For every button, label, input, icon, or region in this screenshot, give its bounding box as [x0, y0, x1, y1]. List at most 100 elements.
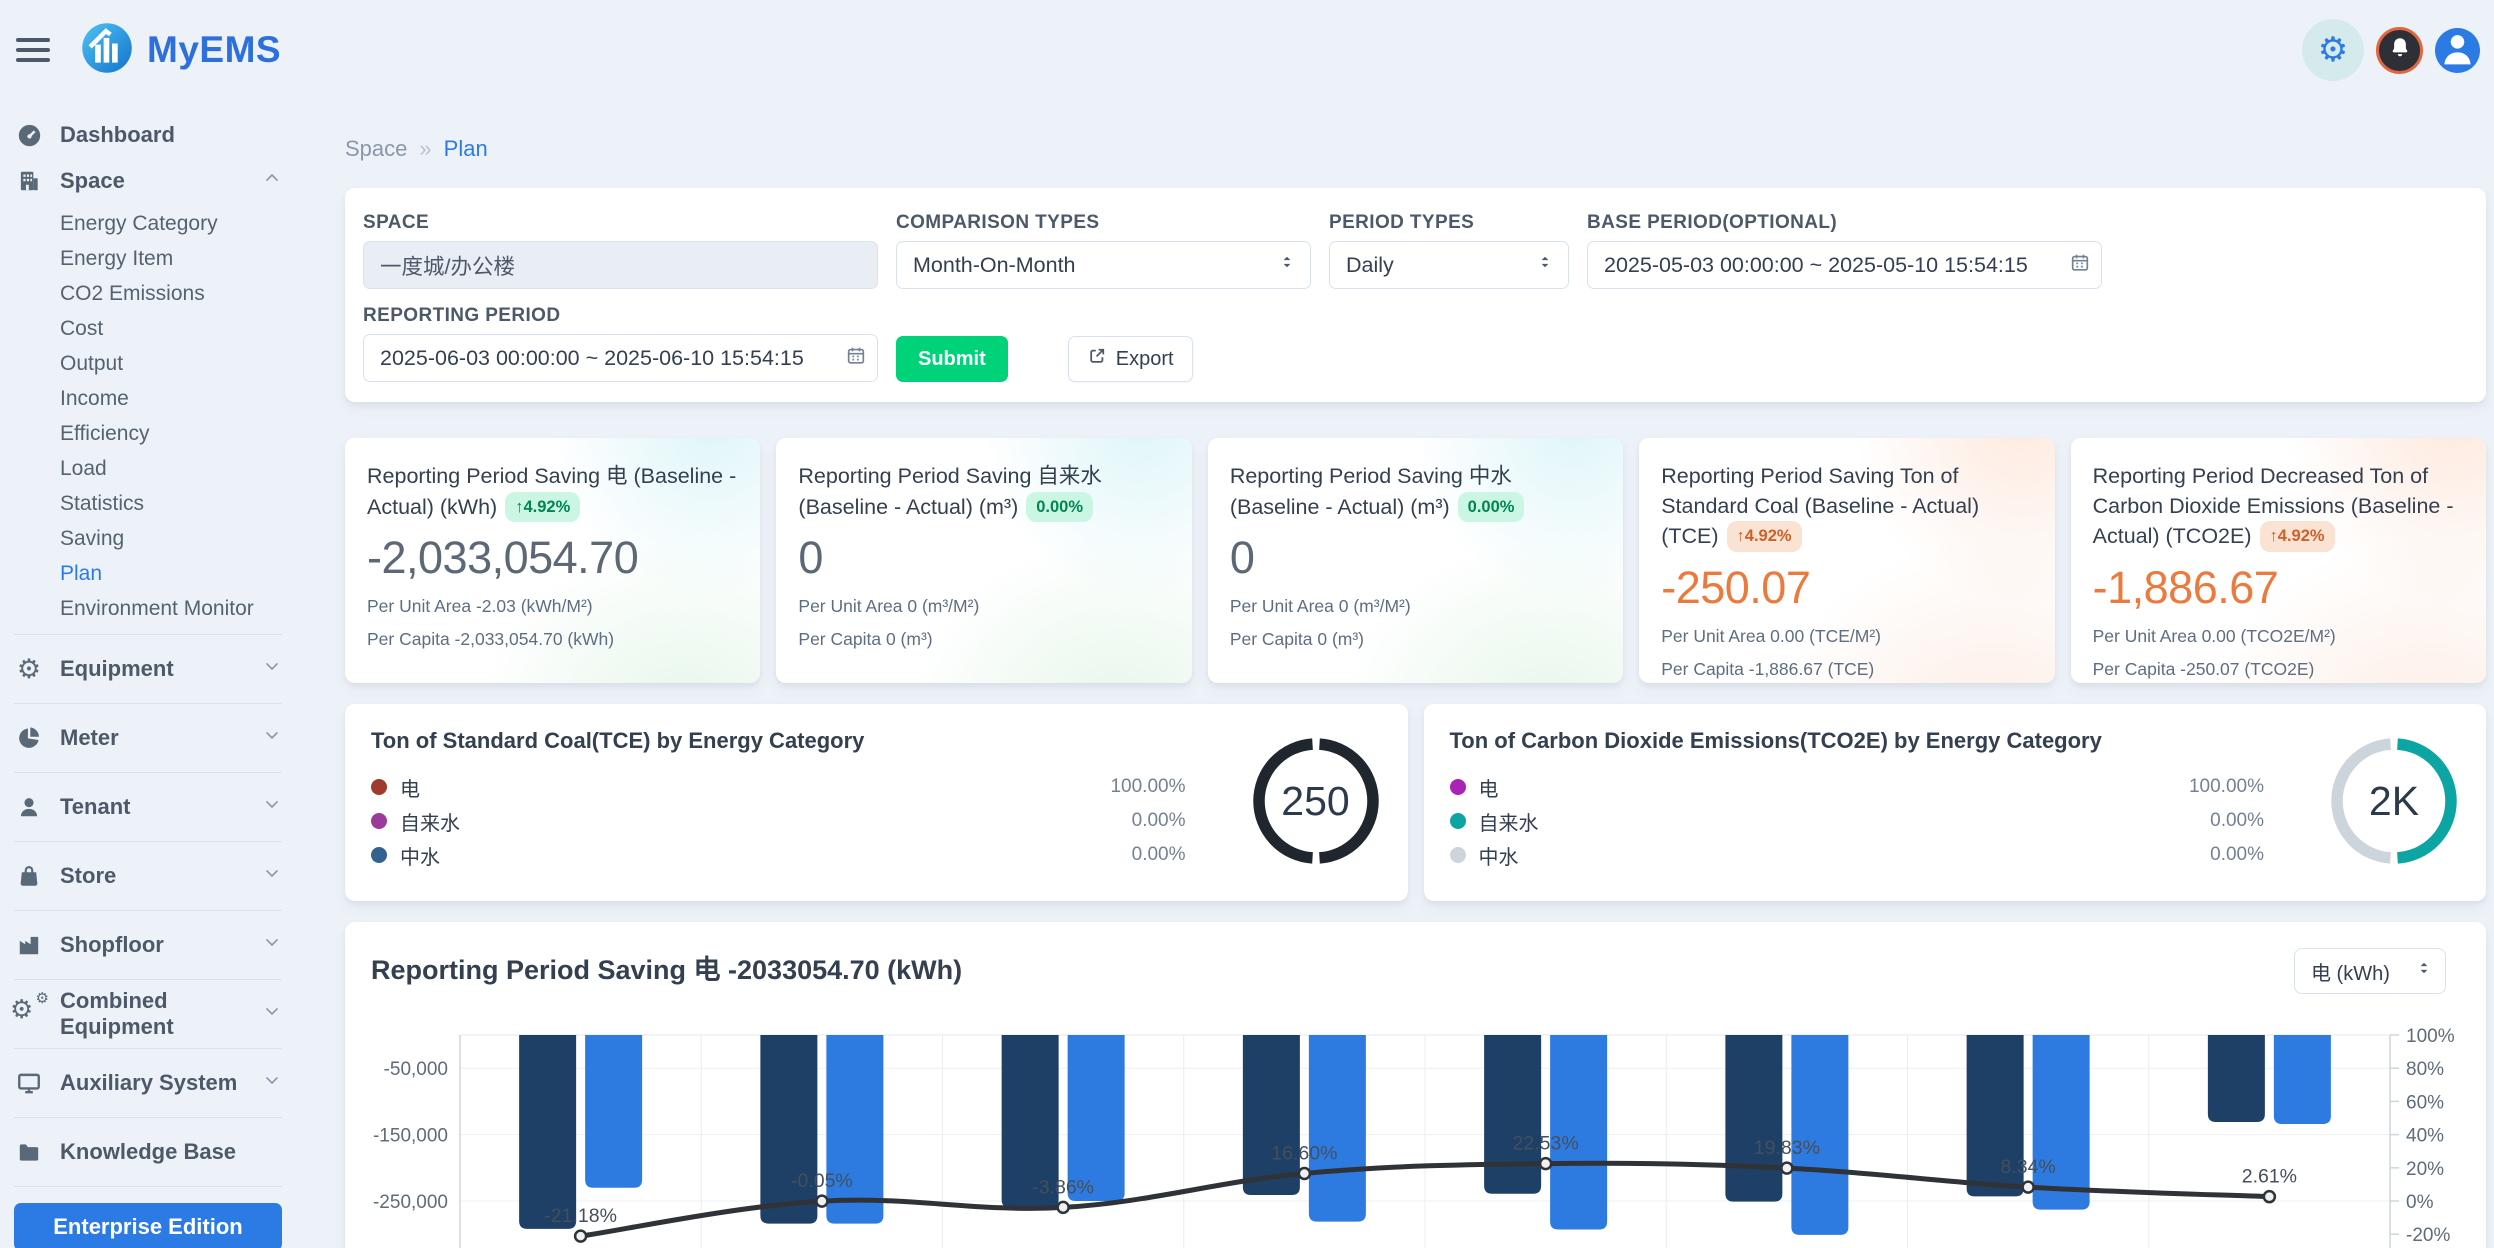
person-icon	[14, 794, 44, 820]
main-content: Space » Plan SPACE COMPARISON TYPES Mont…	[340, 100, 2486, 1248]
breadcrumb-space-link[interactable]: Space	[345, 136, 407, 162]
notifications-button[interactable]	[2376, 27, 2423, 74]
breadcrumb-plan-link[interactable]: Plan	[444, 136, 488, 162]
base-period-label: BASE PERIOD(OPTIONAL)	[1587, 212, 2102, 234]
space-field: SPACE	[363, 212, 878, 289]
tce-by-category-card: Ton of Standard Coal(TCE) by Energy Cate…	[345, 704, 1408, 901]
sidebar-item-knowledge-base[interactable]: Knowledge Base	[14, 1118, 282, 1186]
donut-card-title: Ton of Carbon Dioxide Emissions(TCO2E) b…	[1450, 728, 2461, 754]
svg-text:19.83%: 19.83%	[1754, 1137, 1820, 1159]
sidebar-item-space[interactable]: Space	[14, 158, 282, 204]
filter-panel: SPACE COMPARISON TYPES Month-On-Month PE…	[345, 188, 2486, 402]
reporting-period-field: REPORTING PERIOD	[363, 305, 878, 382]
sidebar-item-label: Space	[60, 168, 125, 194]
unfold-caret-icon	[1276, 251, 1298, 279]
period-types-select[interactable]: Daily	[1329, 241, 1569, 289]
sidebar-item-label: Tenant	[60, 794, 130, 820]
sidebar-item-environment-monitor[interactable]: Environment Monitor	[60, 591, 340, 626]
sidebar-item-statistics[interactable]: Statistics	[60, 486, 340, 521]
svg-text:40%: 40%	[2406, 1126, 2444, 1147]
sidebar-item-auxiliary-system[interactable]: Auxiliary System	[14, 1049, 282, 1117]
svg-text:-3.86%: -3.86%	[1032, 1176, 1094, 1198]
sidebar-item-label: Dashboard	[60, 122, 175, 148]
saving-chart-card: Reporting Period Saving 电 -2033054.70 (k…	[345, 922, 2486, 1248]
trend-badge: ↑4.92%	[2260, 521, 2335, 552]
metric-title: Reporting Period Saving 自来水 (Baseline - …	[798, 462, 1169, 522]
user-avatar[interactable]	[2435, 28, 2480, 73]
period-types-field: PERIOD TYPES Daily	[1329, 212, 1569, 289]
per-unit-area: Per Unit Area -2.03 (kWh/M²)	[367, 596, 738, 617]
legend-item[interactable]: 电	[371, 770, 1066, 804]
sidebar-item-dashboard[interactable]: Dashboard	[14, 112, 282, 158]
sidebar-item-store[interactable]: Store	[14, 842, 282, 910]
sidebar-item-energy-item[interactable]: Energy Item	[60, 241, 340, 276]
sidebar-item-income[interactable]: Income	[60, 381, 340, 416]
user-avatar-icon	[2435, 28, 2480, 73]
sidebar-item-plan[interactable]: Plan	[60, 556, 340, 591]
svg-text:-0.05%: -0.05%	[791, 1170, 853, 1192]
calendar-icon[interactable]	[845, 345, 867, 372]
legend-dot	[1450, 779, 1466, 795]
metric-value: 0	[1230, 532, 1601, 584]
base-period-input[interactable]	[1587, 241, 2102, 289]
svg-text:80%: 80%	[2406, 1059, 2444, 1080]
legend-item[interactable]: 电	[1450, 770, 2145, 804]
sidebar-item-combined-equipment[interactable]: ⚙⚙ Combined Equipment	[14, 980, 282, 1048]
space-label: SPACE	[363, 212, 878, 234]
calendar-icon[interactable]	[2069, 252, 2091, 279]
export-button[interactable]: Export	[1068, 336, 1193, 382]
svg-text:-150,000: -150,000	[373, 1126, 448, 1147]
sidebar-item-meter[interactable]: Meter	[14, 704, 282, 772]
sidebar-item-label: Combined Equipment	[60, 988, 282, 1040]
legend-percentages: 100.00% 0.00% 0.00%	[1066, 770, 1186, 872]
reporting-period-label: REPORTING PERIOD	[363, 305, 878, 327]
sidebar-item-efficiency[interactable]: Efficiency	[60, 416, 340, 451]
legend: 电 自来水 中水	[371, 770, 1066, 872]
metric-card-electricity-saving: Reporting Period Saving 电 (Baseline - Ac…	[345, 438, 760, 683]
sidebar-item-load[interactable]: Load	[60, 451, 340, 486]
per-capita: Per Capita 0 (m³)	[1230, 629, 1601, 650]
tco2e-donut-chart: 2K	[2324, 731, 2464, 871]
tce-donut-chart: 250	[1246, 731, 1386, 871]
chevron-down-icon	[262, 1001, 282, 1027]
chart-unit-select[interactable]: 电 (kWh)	[2294, 948, 2446, 994]
per-unit-area: Per Unit Area 0.00 (TCE/M²)	[1661, 626, 2032, 647]
donut-cards-row: Ton of Standard Coal(TCE) by Energy Cate…	[345, 704, 2486, 901]
sidebar-item-label: Store	[60, 863, 116, 889]
sidebar-item-saving[interactable]: Saving	[60, 521, 340, 556]
sidebar-item-shopfloor[interactable]: Shopfloor	[14, 911, 282, 979]
legend-item[interactable]: 中水	[371, 838, 1066, 872]
trend-badge: ↑4.92%	[1727, 521, 1802, 552]
sidebar-item-output[interactable]: Output	[60, 346, 340, 381]
top-navbar: MyEMS ⚙	[0, 0, 2494, 100]
sidebar-item-energy-category[interactable]: Energy Category	[60, 206, 340, 241]
comparison-types-value: Month-On-Month	[913, 253, 1076, 278]
svg-text:-250,000: -250,000	[373, 1192, 448, 1213]
legend-dot	[1450, 847, 1466, 863]
legend-item[interactable]: 自来水	[371, 804, 1066, 838]
sidebar-item-equipment[interactable]: ⚙ Equipment	[14, 635, 282, 703]
svg-text:-20%: -20%	[2406, 1225, 2450, 1246]
submit-button[interactable]: Submit	[896, 336, 1008, 382]
sidebar-item-cost[interactable]: Cost	[60, 311, 340, 346]
svg-text:16.60%: 16.60%	[1271, 1142, 1337, 1164]
metric-card-tce-saving: Reporting Period Saving Ton of Standard …	[1639, 438, 2054, 683]
comparison-types-label: COMPARISON TYPES	[896, 212, 1311, 234]
comparison-types-select[interactable]: Month-On-Month	[896, 241, 1311, 289]
sidebar-item-label: Knowledge Base	[60, 1139, 236, 1165]
metric-card-water-saving: Reporting Period Saving 自来水 (Baseline - …	[776, 438, 1191, 683]
sidebar-item-co2-emissions[interactable]: CO2 Emissions	[60, 276, 340, 311]
external-link-icon	[1087, 346, 1107, 372]
reporting-period-input[interactable]	[363, 334, 878, 382]
legend-item[interactable]: 自来水	[1450, 804, 2145, 838]
hamburger-icon[interactable]	[16, 38, 50, 62]
brand-logo[interactable]: MyEMS	[80, 21, 281, 80]
settings-button[interactable]: ⚙	[2302, 19, 2364, 81]
legend-item[interactable]: 中水	[1450, 838, 2145, 872]
space-input[interactable]	[363, 241, 878, 289]
sidebar-item-tenant[interactable]: Tenant	[14, 773, 282, 841]
sidebar-item-label: Auxiliary System	[60, 1070, 237, 1096]
enterprise-edition-button[interactable]: Enterprise Edition	[14, 1203, 282, 1248]
per-unit-area: Per Unit Area 0 (m³/M²)	[1230, 596, 1601, 617]
metric-value: -1,886.67	[2093, 562, 2464, 614]
